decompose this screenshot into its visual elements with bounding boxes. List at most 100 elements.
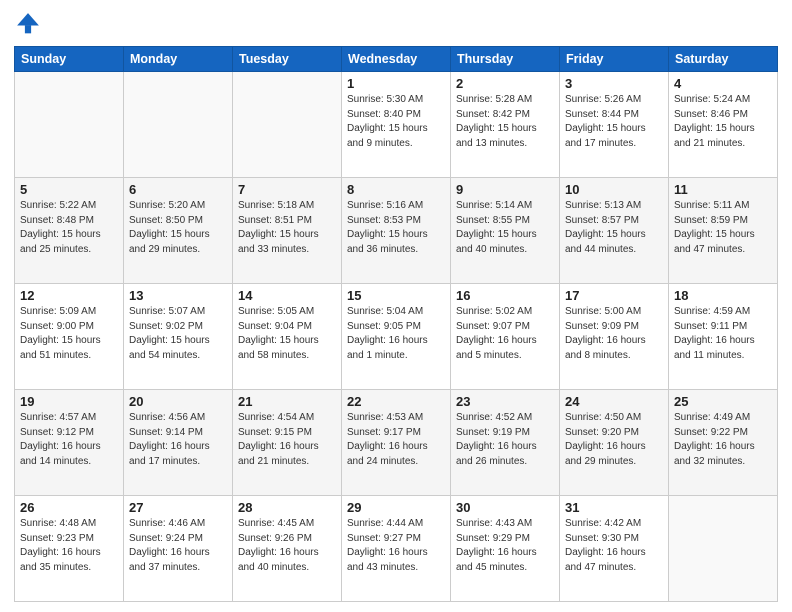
day-number: 30 — [456, 500, 554, 515]
day-number: 12 — [20, 288, 118, 303]
day-cell — [669, 496, 778, 602]
day-number: 17 — [565, 288, 663, 303]
day-info: Sunrise: 5:20 AMSunset: 8:50 PMDaylight:… — [129, 199, 227, 257]
day-number: 16 — [456, 288, 554, 303]
day-number: 18 — [674, 288, 772, 303]
day-cell: 7 Sunrise: 5:18 AMSunset: 8:51 PMDaylight… — [233, 178, 342, 284]
day-info: Sunrise: 5:28 AMSunset: 8:42 PMDaylight:… — [456, 93, 554, 151]
day-cell — [15, 72, 124, 178]
day-cell: 6 Sunrise: 5:20 AMSunset: 8:50 PMDaylight… — [124, 178, 233, 284]
day-number: 19 — [20, 394, 118, 409]
logo — [14, 10, 46, 38]
day-number: 13 — [129, 288, 227, 303]
day-info: Sunrise: 4:59 AMSunset: 9:11 PMDaylight:… — [674, 305, 772, 363]
day-number: 15 — [347, 288, 445, 303]
day-cell: 30Sunrise: 4:43 AMSunset: 9:29 PMDayligh… — [451, 496, 560, 602]
column-header-saturday: Saturday — [669, 47, 778, 72]
week-row-2: 5 Sunrise: 5:22 AMSunset: 8:48 PMDaylight… — [15, 178, 778, 284]
day-cell: 27 Sunrise: 4:46 AMSunset: 9:24 PMDayligh… — [124, 496, 233, 602]
day-info: Sunrise: 5:00 AMSunset: 9:09 PMDaylight:… — [565, 305, 663, 363]
day-number: 1 — [347, 76, 445, 91]
day-number: 7 — [238, 182, 336, 197]
day-cell: 5 Sunrise: 5:22 AMSunset: 8:48 PMDaylight… — [15, 178, 124, 284]
day-info: Sunrise: 5:14 AMSunset: 8:55 PMDaylight:… — [456, 199, 554, 257]
day-info: Sunrise: 4:48 AMSunset: 9:23 PMDaylight:… — [20, 517, 118, 575]
day-cell: 13Sunrise: 5:07 AMSunset: 9:02 PMDayligh… — [124, 284, 233, 390]
day-info: Sunrise: 5:02 AMSunset: 9:07 PMDaylight:… — [456, 305, 554, 363]
day-cell: 24 Sunrise: 4:50 AMSunset: 9:20 PMDayligh… — [560, 390, 669, 496]
day-cell: 2 Sunrise: 5:28 AMSunset: 8:42 PMDaylight… — [451, 72, 560, 178]
day-number: 27 — [129, 500, 227, 515]
day-cell: 29Sunrise: 4:44 AMSunset: 9:27 PMDayligh… — [342, 496, 451, 602]
day-info: Sunrise: 4:46 AMSunset: 9:24 PMDaylight:… — [129, 517, 227, 575]
day-cell: 16 Sunrise: 5:02 AMSunset: 9:07 PMDayligh… — [451, 284, 560, 390]
day-number: 3 — [565, 76, 663, 91]
day-number: 26 — [20, 500, 118, 515]
day-cell: 8Sunrise: 5:16 AMSunset: 8:53 PMDaylight… — [342, 178, 451, 284]
week-row-4: 19 Sunrise: 4:57 AMSunset: 9:12 PMDayligh… — [15, 390, 778, 496]
day-cell — [124, 72, 233, 178]
day-cell — [233, 72, 342, 178]
day-cell: 31 Sunrise: 4:42 AMSunset: 9:30 PMDayligh… — [560, 496, 669, 602]
day-cell: 22 Sunrise: 4:53 AMSunset: 9:17 PMDayligh… — [342, 390, 451, 496]
day-number: 14 — [238, 288, 336, 303]
day-number: 21 — [238, 394, 336, 409]
day-info: Sunrise: 4:56 AMSunset: 9:14 PMDaylight:… — [129, 411, 227, 469]
day-info: Sunrise: 4:42 AMSunset: 9:30 PMDaylight:… — [565, 517, 663, 575]
day-info: Sunrise: 5:26 AMSunset: 8:44 PMDaylight:… — [565, 93, 663, 151]
day-info: Sunrise: 4:45 AMSunset: 9:26 PMDaylight:… — [238, 517, 336, 575]
column-header-sunday: Sunday — [15, 47, 124, 72]
day-info: Sunrise: 4:53 AMSunset: 9:17 PMDaylight:… — [347, 411, 445, 469]
day-cell: 9 Sunrise: 5:14 AMSunset: 8:55 PMDaylight… — [451, 178, 560, 284]
day-number: 9 — [456, 182, 554, 197]
day-number: 8 — [347, 182, 445, 197]
day-info: Sunrise: 5:24 AMSunset: 8:46 PMDaylight:… — [674, 93, 772, 151]
day-number: 28 — [238, 500, 336, 515]
day-info: Sunrise: 5:09 AMSunset: 9:00 PMDaylight:… — [20, 305, 118, 363]
day-info: Sunrise: 5:13 AMSunset: 8:57 PMDaylight:… — [565, 199, 663, 257]
day-cell: 11Sunrise: 5:11 AMSunset: 8:59 PMDayligh… — [669, 178, 778, 284]
day-cell: 14 Sunrise: 5:05 AMSunset: 9:04 PMDayligh… — [233, 284, 342, 390]
day-cell: 18 Sunrise: 4:59 AMSunset: 9:11 PMDayligh… — [669, 284, 778, 390]
day-number: 22 — [347, 394, 445, 409]
day-cell: 12 Sunrise: 5:09 AMSunset: 9:00 PMDayligh… — [15, 284, 124, 390]
day-info: Sunrise: 5:22 AMSunset: 8:48 PMDaylight:… — [20, 199, 118, 257]
day-number: 31 — [565, 500, 663, 515]
day-number: 24 — [565, 394, 663, 409]
day-info: Sunrise: 5:30 AMSunset: 8:40 PMDaylight:… — [347, 93, 445, 151]
week-row-5: 26 Sunrise: 4:48 AMSunset: 9:23 PMDayligh… — [15, 496, 778, 602]
day-cell: 3 Sunrise: 5:26 AMSunset: 8:44 PMDaylight… — [560, 72, 669, 178]
header — [14, 10, 778, 38]
day-number: 6 — [129, 182, 227, 197]
day-cell: 17 Sunrise: 5:00 AMSunset: 9:09 PMDayligh… — [560, 284, 669, 390]
page: SundayMondayTuesdayWednesdayThursdayFrid… — [0, 0, 792, 612]
day-cell: 25 Sunrise: 4:49 AMSunset: 9:22 PMDayligh… — [669, 390, 778, 496]
day-cell: 4 Sunrise: 5:24 AMSunset: 8:46 PMDaylight… — [669, 72, 778, 178]
day-cell: 21 Sunrise: 4:54 AMSunset: 9:15 PMDayligh… — [233, 390, 342, 496]
day-number: 5 — [20, 182, 118, 197]
day-number: 2 — [456, 76, 554, 91]
column-header-wednesday: Wednesday — [342, 47, 451, 72]
day-cell: 10Sunrise: 5:13 AMSunset: 8:57 PMDayligh… — [560, 178, 669, 284]
week-row-3: 12 Sunrise: 5:09 AMSunset: 9:00 PMDayligh… — [15, 284, 778, 390]
day-info: Sunrise: 4:52 AMSunset: 9:19 PMDaylight:… — [456, 411, 554, 469]
column-header-monday: Monday — [124, 47, 233, 72]
day-cell: 15Sunrise: 5:04 AMSunset: 9:05 PMDayligh… — [342, 284, 451, 390]
day-info: Sunrise: 5:18 AMSunset: 8:51 PMDaylight:… — [238, 199, 336, 257]
day-number: 20 — [129, 394, 227, 409]
logo-icon — [14, 10, 42, 38]
day-info: Sunrise: 4:54 AMSunset: 9:15 PMDaylight:… — [238, 411, 336, 469]
day-cell: 28 Sunrise: 4:45 AMSunset: 9:26 PMDayligh… — [233, 496, 342, 602]
column-header-tuesday: Tuesday — [233, 47, 342, 72]
day-info: Sunrise: 4:50 AMSunset: 9:20 PMDaylight:… — [565, 411, 663, 469]
day-info: Sunrise: 5:05 AMSunset: 9:04 PMDaylight:… — [238, 305, 336, 363]
column-header-friday: Friday — [560, 47, 669, 72]
day-number: 4 — [674, 76, 772, 91]
day-number: 25 — [674, 394, 772, 409]
day-cell: 23Sunrise: 4:52 AMSunset: 9:19 PMDayligh… — [451, 390, 560, 496]
calendar-header-row: SundayMondayTuesdayWednesdayThursdayFrid… — [15, 47, 778, 72]
day-cell: 19 Sunrise: 4:57 AMSunset: 9:12 PMDayligh… — [15, 390, 124, 496]
day-info: Sunrise: 4:57 AMSunset: 9:12 PMDaylight:… — [20, 411, 118, 469]
week-row-1: 1 Sunrise: 5:30 AMSunset: 8:40 PMDaylight… — [15, 72, 778, 178]
day-info: Sunrise: 4:49 AMSunset: 9:22 PMDaylight:… — [674, 411, 772, 469]
